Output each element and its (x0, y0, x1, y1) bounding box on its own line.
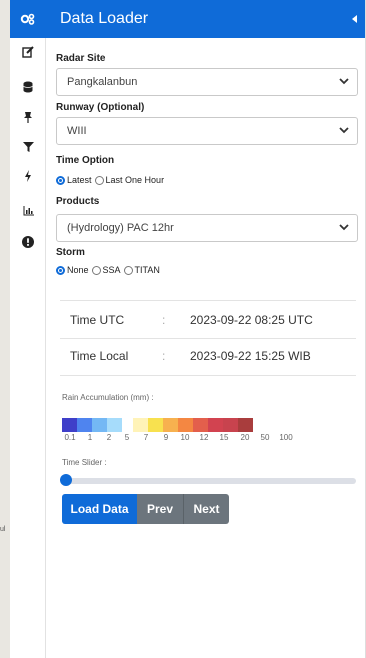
collapse-icon[interactable] (352, 15, 357, 23)
radio-titan[interactable] (123, 265, 133, 275)
legend-tick-label: 1 (87, 433, 93, 442)
separator: : (162, 313, 166, 327)
legend-tick-label: 20 (240, 433, 250, 442)
chevron-down-icon (339, 78, 349, 85)
radio-latest[interactable] (56, 175, 65, 185)
legend-tick-label: 0.1 (64, 433, 76, 442)
time-option-radios: Latest Last One Hour (56, 175, 167, 185)
products-value: (Hydrology) PAC 12hr (67, 222, 174, 234)
storm-label: Storm (56, 247, 85, 258)
info-icon[interactable] (10, 232, 46, 252)
runway-select[interactable]: WIII (56, 117, 358, 145)
radio-latest-label: Latest (67, 175, 92, 185)
gears-icon[interactable] (10, 0, 46, 38)
legend-tick-label: 2 (106, 433, 112, 442)
button-group: Load Data Prev Next (62, 494, 229, 524)
legend-tick-label: 12 (199, 433, 209, 442)
radio-none-label: None (67, 265, 89, 275)
chevron-down-icon (339, 224, 349, 231)
legend-swatch (133, 418, 148, 432)
divider (60, 338, 356, 339)
legend-swatch (193, 418, 208, 432)
next-button[interactable]: Next (183, 494, 229, 524)
radio-last-one-hour-label: Last One Hour (105, 175, 165, 185)
legend-tick-label: 100 (279, 433, 293, 442)
time-utc-value: 2023-09-22 08:25 UTC (190, 313, 313, 327)
runway-value: WIII (67, 125, 87, 137)
legend-swatch (77, 418, 92, 432)
rain-legend-scale (62, 418, 253, 432)
panel-header: Data Loader (46, 0, 365, 38)
legend-tick-label: 5 (124, 433, 130, 442)
legend-swatch (148, 418, 163, 432)
load-data-button[interactable]: Load Data (62, 494, 137, 524)
time-slider-label: Time Slider : (62, 458, 107, 467)
radar-site-label: Radar Site (56, 53, 106, 64)
legend-swatch (62, 418, 77, 432)
legend-swatch (223, 418, 238, 432)
time-slider-track[interactable] (62, 478, 356, 484)
legend-tick-label: 50 (260, 433, 270, 442)
bolt-icon[interactable] (10, 166, 46, 186)
products-label: Products (56, 196, 100, 207)
prev-button[interactable]: Prev (137, 494, 183, 524)
legend-title: Rain Accumulation (mm) : (62, 393, 154, 402)
database-icon[interactable] (10, 77, 46, 97)
radar-site-select[interactable]: Pangkalanbun (56, 68, 358, 96)
radio-last-one-hour[interactable] (94, 175, 104, 185)
time-utc-label: Time UTC (70, 313, 125, 327)
chevron-down-icon (339, 127, 349, 134)
bar-chart-icon[interactable] (10, 201, 46, 221)
runway-label: Runway (Optional) (56, 102, 145, 113)
filter-icon[interactable] (10, 137, 46, 157)
radio-titan-label: TITAN (134, 265, 160, 275)
divider (60, 375, 356, 376)
storm-radios: None SSA TITAN (56, 265, 163, 275)
pin-icon[interactable] (10, 107, 46, 127)
edit-icon[interactable] (10, 42, 46, 62)
legend-tick-label: 10 (180, 433, 190, 442)
legend-tick-label: 7 (143, 433, 149, 442)
legend-swatch (208, 418, 223, 432)
time-option-label: Time Option (56, 155, 115, 166)
time-slider-thumb[interactable] (60, 474, 72, 486)
map-edge-label: ul (0, 526, 6, 533)
legend-swatch (107, 418, 122, 432)
panel-title: Data Loader (60, 10, 149, 27)
legend-tick-label: 9 (163, 433, 169, 442)
time-local-value: 2023-09-22 15:25 WIB (190, 349, 311, 363)
rain-legend-ticks: 0.1 1 2 5 7 9 10 12 15 20 50 100 (62, 433, 342, 445)
separator: : (162, 349, 166, 363)
legend-swatch (238, 418, 253, 432)
products-select[interactable]: (Hydrology) PAC 12hr (56, 214, 358, 242)
legend-swatch (122, 418, 133, 432)
radar-site-value: Pangkalanbun (67, 76, 138, 88)
legend-tick-label: 15 (219, 433, 229, 442)
time-local-label: Time Local (70, 349, 129, 363)
divider (60, 300, 356, 301)
legend-swatch (178, 418, 193, 432)
legend-swatch (92, 418, 107, 432)
map-background: ul (0, 0, 10, 658)
legend-swatch (163, 418, 178, 432)
sidebar-rail (10, 0, 46, 658)
data-loader-panel: Data Loader Radar Site Pangkalanbun Runw… (46, 0, 366, 658)
radio-ssa-label: SSA (102, 265, 121, 275)
radio-none[interactable] (56, 265, 65, 275)
radio-ssa[interactable] (91, 265, 101, 275)
